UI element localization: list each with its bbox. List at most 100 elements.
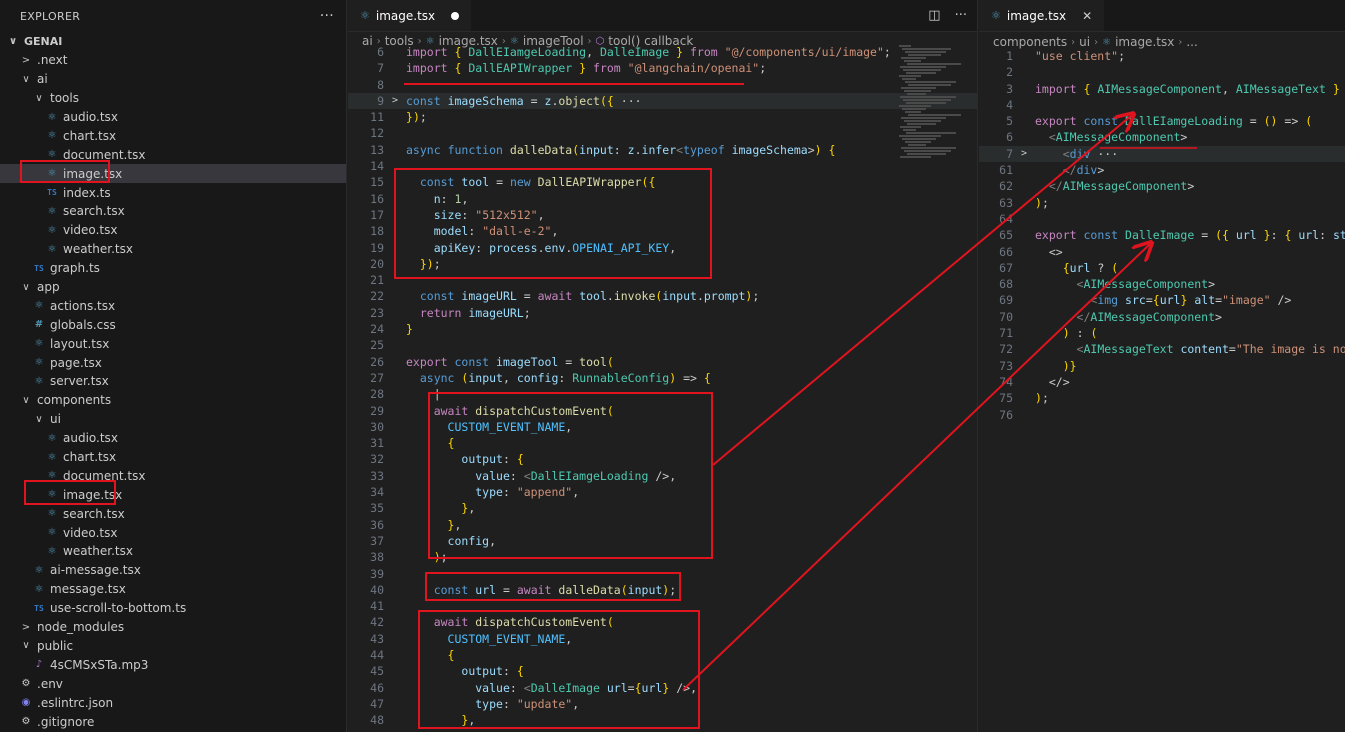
code-line[interactable]: 1 "use client"; bbox=[979, 48, 1345, 64]
tree-file[interactable]: ⚛ chart.tsx bbox=[0, 126, 346, 145]
tree-file[interactable]: ⚛ page.tsx bbox=[0, 353, 346, 372]
breadcrumb-item[interactable]: ui bbox=[1079, 35, 1090, 49]
code-line[interactable]: 17 size: "512x512", bbox=[348, 207, 977, 223]
code-line[interactable]: 18 model: "dall-e-2", bbox=[348, 223, 977, 239]
close-icon[interactable]: ✕ bbox=[1082, 9, 1092, 23]
tree-folder[interactable]: ∨ GENAI bbox=[0, 32, 346, 51]
tree-folder[interactable]: ∨ components bbox=[0, 391, 346, 410]
code-line[interactable]: 70 </AIMessageComponent> bbox=[979, 309, 1345, 325]
code-line[interactable]: 40 const url = await dalleData(input); bbox=[348, 582, 977, 598]
code-line[interactable]: 32 output: { bbox=[348, 451, 977, 467]
code-line[interactable]: 36 }, bbox=[348, 517, 977, 533]
code-line[interactable]: 73 )} bbox=[979, 358, 1345, 374]
code-area-right[interactable]: 1 "use client"; 2 3 import { AIMessageCompon… bbox=[979, 48, 1345, 423]
minimap[interactable] bbox=[899, 44, 961, 164]
code-line[interactable]: 39 bbox=[348, 566, 977, 582]
fold-chevron-icon[interactable]: > bbox=[384, 93, 406, 109]
code-line[interactable]: 24} bbox=[348, 321, 977, 337]
more-editor-actions-icon[interactable]: ··· bbox=[955, 8, 967, 23]
tree-file[interactable]: ⚛ message.tsx bbox=[0, 580, 346, 599]
code-line[interactable]: 12 bbox=[348, 125, 977, 141]
tree-file[interactable]: # globals.css bbox=[0, 315, 346, 334]
code-line[interactable]: 13 async function dalleData(input: z.infe… bbox=[348, 142, 977, 158]
fold-chevron-icon[interactable]: > bbox=[1013, 146, 1035, 162]
tree-file[interactable]: ⚛ search.tsx bbox=[0, 202, 346, 221]
tree-file[interactable]: TS index.ts bbox=[0, 183, 346, 202]
code-line[interactable]: 31 { bbox=[348, 435, 977, 451]
code-line[interactable]: 37 config, bbox=[348, 533, 977, 549]
code-line[interactable]: 35 }, bbox=[348, 500, 977, 516]
tree-folder[interactable]: ∨ ui bbox=[0, 410, 346, 429]
code-line[interactable]: 5 export const DallEIamgeLoading = () => … bbox=[979, 113, 1345, 129]
code-line[interactable]: 28 | bbox=[348, 386, 977, 402]
code-line[interactable]: 25 bbox=[348, 337, 977, 353]
code-line[interactable]: 16 n: 1, bbox=[348, 191, 977, 207]
split-editor-icon[interactable]: ◫ bbox=[928, 8, 940, 23]
breadcrumb-item[interactable]: image.tsx bbox=[1115, 35, 1174, 49]
tree-folder[interactable]: ∨ ai bbox=[0, 70, 346, 89]
code-line[interactable]: 44 { bbox=[348, 647, 977, 663]
code-line[interactable]: 11}); bbox=[348, 109, 977, 125]
code-line[interactable]: 9 > const imageSchema = z.object({ ··· bbox=[348, 92, 977, 110]
tree-file[interactable]: ⚛ audio.tsx bbox=[0, 108, 346, 127]
code-line[interactable]: 66 <> bbox=[979, 244, 1345, 260]
tree-folder[interactable]: > node_modules bbox=[0, 618, 346, 637]
code-line[interactable]: 21 bbox=[348, 272, 977, 288]
tree-file[interactable]: ⚛ weather.tsx bbox=[0, 542, 346, 561]
code-line[interactable]: 34 type: "append", bbox=[348, 484, 977, 500]
code-line[interactable]: 33 value: <DallEIamgeLoading />, bbox=[348, 468, 977, 484]
code-line[interactable]: 65 export const DalleImage = ({ url }: { … bbox=[979, 227, 1345, 243]
code-line[interactable]: 4 bbox=[979, 97, 1345, 113]
code-line[interactable]: 62 </AIMessageComponent> bbox=[979, 178, 1345, 194]
tree-file[interactable]: TS graph.ts bbox=[0, 259, 346, 278]
tree-file[interactable]: ⚛ document.tsx bbox=[0, 145, 346, 164]
code-line[interactable]: 64 bbox=[979, 211, 1345, 227]
code-line[interactable]: 22 const imageURL = await tool.invoke(in… bbox=[348, 288, 977, 304]
tree-folder[interactable]: > .next bbox=[0, 51, 346, 70]
tree-file[interactable]: ⚛ image.tsx bbox=[0, 164, 346, 184]
code-line[interactable]: 6 <AIMessageComponent> bbox=[979, 129, 1345, 145]
code-line[interactable]: 47 type: "update", bbox=[348, 696, 977, 712]
tab-image-tsx-ui[interactable]: ⚛ image.tsx ✕ bbox=[979, 0, 1105, 31]
more-actions-icon[interactable]: ··· bbox=[320, 8, 334, 24]
tree-file[interactable]: ⚛ actions.tsx bbox=[0, 296, 346, 315]
code-line[interactable]: 74 </> bbox=[979, 374, 1345, 390]
code-line[interactable]: 2 bbox=[979, 64, 1345, 80]
code-line[interactable]: 19 apiKey: process.env.OPENAI_API_KEY, bbox=[348, 240, 977, 256]
tree-file[interactable]: ⚛ video.tsx bbox=[0, 221, 346, 240]
code-line[interactable]: 7 > <div ··· bbox=[979, 145, 1345, 163]
code-line[interactable]: 61 </div> bbox=[979, 162, 1345, 178]
code-line[interactable]: 23 return imageURL; bbox=[348, 305, 977, 321]
code-line[interactable]: 76 bbox=[979, 407, 1345, 423]
code-line[interactable]: 68 <AIMessageComponent> bbox=[979, 276, 1345, 292]
code-line[interactable]: 67 {url ? ( bbox=[979, 260, 1345, 276]
code-line[interactable]: 30 CUSTOM_EVENT_NAME, bbox=[348, 419, 977, 435]
tree-file[interactable]: ⚛ search.tsx bbox=[0, 504, 346, 523]
tree-file[interactable]: ⚛ ai-message.tsx bbox=[0, 561, 346, 580]
tree-file[interactable]: ⚛ audio.tsx bbox=[0, 429, 346, 448]
tree-file[interactable]: ⚛ chart.tsx bbox=[0, 448, 346, 467]
code-line[interactable]: 43 CUSTOM_EVENT_NAME, bbox=[348, 631, 977, 647]
code-line[interactable]: 6 import { DallEIamgeLoading, DalleImage … bbox=[348, 44, 977, 60]
code-line[interactable]: 14 bbox=[348, 158, 977, 174]
code-area-left[interactable]: 6 import { DallEIamgeLoading, DalleImage … bbox=[348, 44, 977, 728]
code-line[interactable]: 42 await dispatchCustomEvent( bbox=[348, 614, 977, 630]
tree-folder[interactable]: ∨ public bbox=[0, 637, 346, 656]
tab-image-tsx-tools[interactable]: ⚛ image.tsx bbox=[348, 0, 472, 31]
code-line[interactable]: 29 await dispatchCustomEvent( bbox=[348, 403, 977, 419]
tree-file[interactable]: ⚙ .gitignore bbox=[0, 712, 346, 731]
code-line[interactable]: 46 value: <DalleImage url={url} />, bbox=[348, 680, 977, 696]
code-line[interactable]: 71 ) : ( bbox=[979, 325, 1345, 341]
code-line[interactable]: 38 ); bbox=[348, 549, 977, 565]
code-line[interactable]: 26 export const imageTool = tool( bbox=[348, 354, 977, 370]
tree-file[interactable]: ⚛ image.tsx bbox=[0, 485, 346, 504]
code-line[interactable]: 75); bbox=[979, 390, 1345, 406]
code-line[interactable]: 48 }, bbox=[348, 712, 977, 728]
tree-file[interactable]: ⚛ weather.tsx bbox=[0, 240, 346, 259]
tree-file[interactable]: ◉ .eslintrc.json bbox=[0, 693, 346, 712]
tree-file[interactable]: ⚛ layout.tsx bbox=[0, 334, 346, 353]
tree-file[interactable]: ⚙ .env bbox=[0, 674, 346, 693]
code-line[interactable]: 3 import { AIMessageComponent, AIMessageT… bbox=[979, 81, 1345, 97]
tree-folder[interactable]: ∨ tools bbox=[0, 89, 346, 108]
code-line[interactable]: 41 bbox=[348, 598, 977, 614]
